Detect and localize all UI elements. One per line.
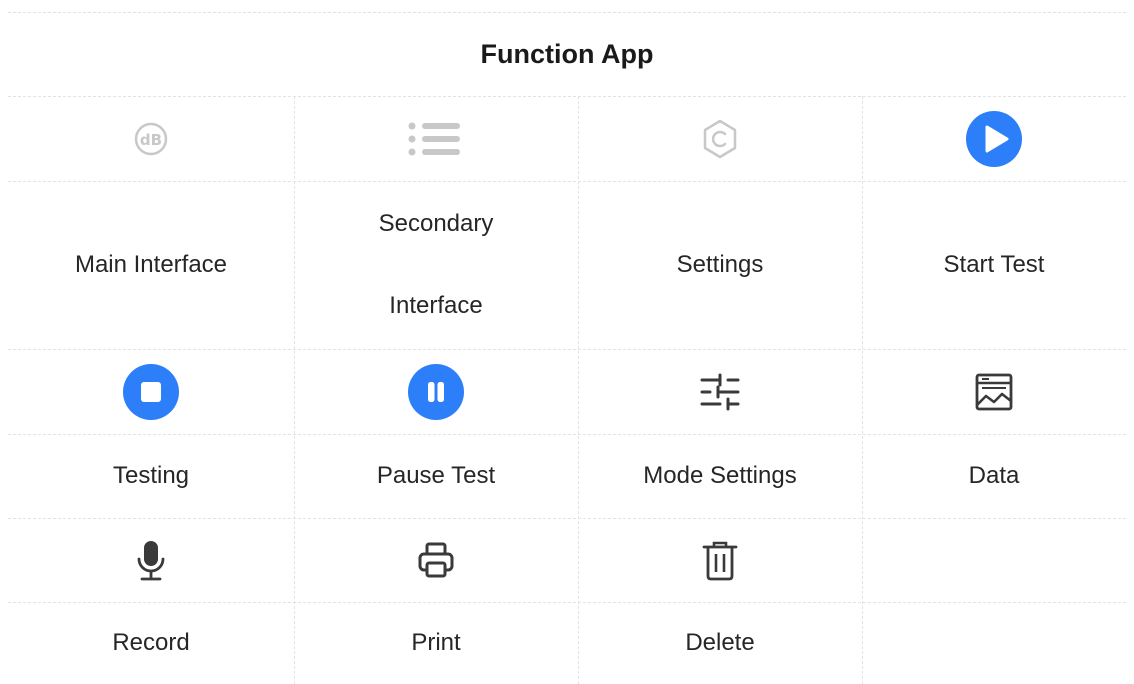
print-button[interactable]: [294, 518, 578, 602]
secondary-interface-label-line2: Interface: [389, 292, 483, 319]
page-title: Function App: [480, 38, 654, 69]
settings-label: Settings: [676, 251, 764, 278]
testing-label-cell: Testing: [8, 434, 294, 518]
microphone-icon: [121, 530, 181, 590]
delete-label-cell: Delete: [578, 602, 862, 684]
stop-icon: [121, 362, 181, 422]
secondary-interface-button[interactable]: [294, 96, 578, 181]
print-label: Print: [411, 629, 461, 656]
start-test-label-cell: Start Test: [862, 181, 1126, 349]
grid-line: [8, 12, 1126, 13]
testing-label: Testing: [112, 462, 190, 489]
mode-settings-label: Mode Settings: [643, 462, 797, 489]
main-interface-label-cell: Main Interface: [8, 181, 294, 349]
start-test-label: Start Test: [943, 251, 1045, 278]
mode-settings-button[interactable]: [578, 349, 862, 434]
play-icon: [964, 109, 1024, 169]
delete-label: Delete: [685, 629, 755, 656]
main-interface-button[interactable]: dB: [8, 96, 294, 181]
list-icon: [406, 109, 466, 169]
record-label: Record: [112, 629, 190, 656]
delete-button[interactable]: [578, 518, 862, 602]
pause-icon: [406, 362, 466, 422]
main-interface-label: Main Interface: [74, 251, 228, 278]
settings-button[interactable]: [578, 96, 862, 181]
mode-settings-label-cell: Mode Settings: [578, 434, 862, 518]
record-button[interactable]: [8, 518, 294, 602]
pause-test-button[interactable]: [294, 349, 578, 434]
secondary-interface-label-line1: Secondary: [378, 210, 494, 237]
sliders-icon: [690, 362, 750, 422]
svg-text:dB: dB: [140, 131, 162, 149]
settings-label-cell: Settings: [578, 181, 862, 349]
print-label-cell: Print: [294, 602, 578, 684]
secondary-interface-label-cell: Secondary Interface: [294, 181, 578, 349]
data-button[interactable]: [862, 349, 1126, 434]
function-app-panel: Function App dB Main Interface Secondary…: [8, 12, 1126, 684]
testing-button[interactable]: [8, 349, 294, 434]
data-label-cell: Data: [862, 434, 1126, 518]
trash-icon: [690, 530, 750, 590]
pause-test-label-cell: Pause Test: [294, 434, 578, 518]
settings-icon: [690, 109, 750, 169]
pause-test-label: Pause Test: [376, 462, 496, 489]
data-label: Data: [968, 462, 1020, 489]
data-chart-icon: [964, 362, 1024, 422]
start-test-button[interactable]: [862, 96, 1126, 181]
db-icon: dB: [121, 109, 181, 169]
record-label-cell: Record: [8, 602, 294, 684]
printer-icon: [406, 530, 466, 590]
